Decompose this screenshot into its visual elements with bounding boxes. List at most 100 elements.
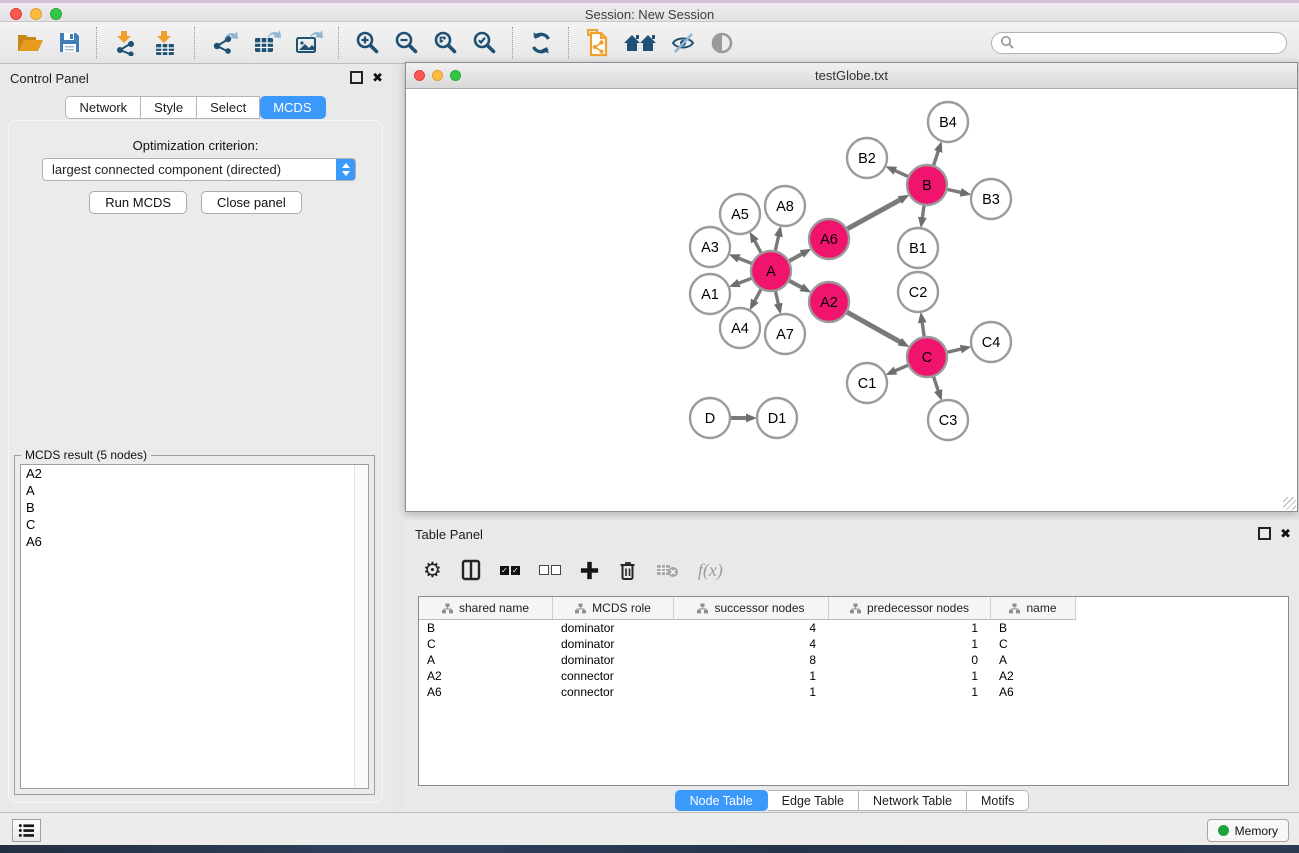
close-table-panel-icon[interactable]: ✖: [1280, 528, 1291, 539]
graph-edge-A2-C[interactable]: [846, 312, 900, 343]
graph-node-A7[interactable]: A7: [765, 314, 805, 354]
float-panel-icon[interactable]: [350, 71, 363, 84]
tab-select[interactable]: Select: [197, 96, 260, 119]
column-header-MCDS-role[interactable]: MCDS role: [553, 597, 674, 619]
open-file-button[interactable]: [17, 31, 44, 54]
export-table-button[interactable]: [253, 30, 281, 56]
criterion-dropdown[interactable]: largest connected component (directed): [42, 158, 356, 181]
graph-node-A3[interactable]: A3: [690, 227, 730, 267]
graph-node-C2[interactable]: C2: [898, 272, 938, 312]
table-cell[interactable]: connector: [553, 685, 674, 699]
table-tab-node-table[interactable]: Node Table: [675, 790, 768, 811]
table-cell[interactable]: A: [419, 653, 553, 667]
table-cell[interactable]: C: [419, 637, 553, 651]
graph-node-D[interactable]: D: [690, 398, 730, 438]
graph-node-A[interactable]: A: [751, 251, 791, 291]
graph-edge-A-A4[interactable]: [754, 289, 761, 302]
table-row-A6[interactable]: A6connector11A6: [419, 684, 1288, 700]
table-cell[interactable]: A2: [991, 669, 1076, 683]
network-canvas[interactable]: AA1A2A3A4A5A6A7A8BB1B2B3B4CC1C2C3C4DD1: [406, 89, 1297, 511]
graph-edge-A-A7[interactable]: [775, 291, 778, 305]
graph-edge-B-B4[interactable]: [933, 150, 938, 166]
graph-node-A6[interactable]: A6: [809, 219, 849, 259]
table-cell[interactable]: C: [991, 637, 1076, 651]
table-cell[interactable]: 1: [829, 669, 991, 683]
tab-network[interactable]: Network: [65, 96, 141, 119]
table-cell[interactable]: 1: [674, 669, 829, 683]
graph-edge-A6-B[interactable]: [847, 199, 901, 229]
graph-node-A1[interactable]: A1: [690, 274, 730, 314]
column-header-predecessor-nodes[interactable]: predecessor nodes: [829, 597, 991, 619]
table-cell[interactable]: 8: [674, 653, 829, 667]
table-tab-edge-table[interactable]: Edge Table: [768, 790, 859, 811]
close-panel-icon[interactable]: ✖: [372, 72, 383, 83]
table-cell[interactable]: 0: [829, 653, 991, 667]
unselect-all-columns-icon[interactable]: [539, 565, 561, 575]
graph-node-B2[interactable]: B2: [847, 138, 887, 178]
graph-edge-A-A2[interactable]: [789, 280, 803, 287]
table-tab-network-table[interactable]: Network Table: [859, 790, 967, 811]
table-cell[interactable]: B: [991, 621, 1076, 635]
network-window-titlebar[interactable]: testGlobe.txt: [406, 63, 1297, 89]
table-row-A[interactable]: Adominator80A: [419, 652, 1288, 668]
graph-edge-C-C4[interactable]: [946, 349, 961, 353]
table-cell[interactable]: A6: [419, 685, 553, 699]
export-network-button[interactable]: [211, 30, 239, 56]
column-header-shared-name[interactable]: shared name: [419, 597, 553, 619]
table-tab-motifs[interactable]: Motifs: [967, 790, 1029, 811]
birdseye-view-button[interactable]: [710, 31, 734, 55]
zoom-fit-button[interactable]: [433, 30, 458, 55]
table-cell[interactable]: 1: [829, 637, 991, 651]
graph-edge-C-C3[interactable]: [933, 376, 938, 392]
close-panel-button[interactable]: Close panel: [201, 191, 302, 214]
show-columns-icon[interactable]: [461, 559, 481, 581]
graph-node-B[interactable]: B: [907, 165, 947, 205]
search-box[interactable]: [991, 32, 1287, 54]
table-cell[interactable]: 1: [829, 621, 991, 635]
table-cell[interactable]: 1: [674, 685, 829, 699]
graph-edge-C-C1[interactable]: [895, 365, 909, 371]
delete-column-icon[interactable]: [618, 560, 637, 581]
search-input[interactable]: [1015, 33, 1286, 53]
memory-button[interactable]: Memory: [1207, 819, 1289, 842]
mcds-result-item[interactable]: A6: [21, 533, 368, 550]
window-resize-grip[interactable]: [1283, 497, 1296, 510]
tab-style[interactable]: Style: [141, 96, 197, 119]
table-cell[interactable]: dominator: [553, 653, 674, 667]
graph-node-A8[interactable]: A8: [765, 186, 805, 226]
mcds-result-item[interactable]: A2: [21, 465, 368, 482]
function-builder-icon[interactable]: f(x): [698, 560, 723, 581]
export-image-button[interactable]: [295, 30, 323, 56]
import-table-button[interactable]: [153, 30, 179, 56]
graph-edge-A-A3[interactable]: [738, 258, 752, 264]
table-cell[interactable]: connector: [553, 669, 674, 683]
import-network-button[interactable]: [113, 30, 139, 56]
table-cell[interactable]: B: [419, 621, 553, 635]
task-history-button[interactable]: [12, 819, 41, 842]
graph-edge-A-A8[interactable]: [775, 235, 778, 251]
run-mcds-button[interactable]: Run MCDS: [89, 191, 187, 214]
float-table-panel-icon[interactable]: [1258, 527, 1271, 540]
table-row-A2[interactable]: A2connector11A2: [419, 668, 1288, 684]
table-row-C[interactable]: Cdominator41C: [419, 636, 1288, 652]
table-cell[interactable]: 1: [829, 685, 991, 699]
graph-edge-C-C2[interactable]: [922, 322, 924, 337]
table-cell[interactable]: A6: [991, 685, 1076, 699]
new-network-view-button[interactable]: [585, 29, 609, 57]
table-cell[interactable]: A2: [419, 669, 553, 683]
zoom-selected-button[interactable]: [472, 30, 497, 55]
graph-node-B1[interactable]: B1: [898, 228, 938, 268]
column-header-successor-nodes[interactable]: successor nodes: [674, 597, 829, 619]
result-scrollbar[interactable]: [354, 465, 368, 788]
home-view-button[interactable]: [623, 31, 657, 55]
mcds-result-item[interactable]: A: [21, 482, 368, 499]
save-session-button[interactable]: [58, 31, 81, 54]
table-cell[interactable]: 4: [674, 621, 829, 635]
table-cell[interactable]: dominator: [553, 637, 674, 651]
table-settings-icon[interactable]: ⚙: [423, 560, 442, 580]
graph-node-C3[interactable]: C3: [928, 400, 968, 440]
graph-edge-A-A6[interactable]: [789, 253, 803, 261]
graph-edge-A-A5[interactable]: [754, 240, 761, 253]
graph-node-A4[interactable]: A4: [720, 308, 760, 348]
select-all-columns-icon[interactable]: ✓✓: [500, 566, 520, 575]
